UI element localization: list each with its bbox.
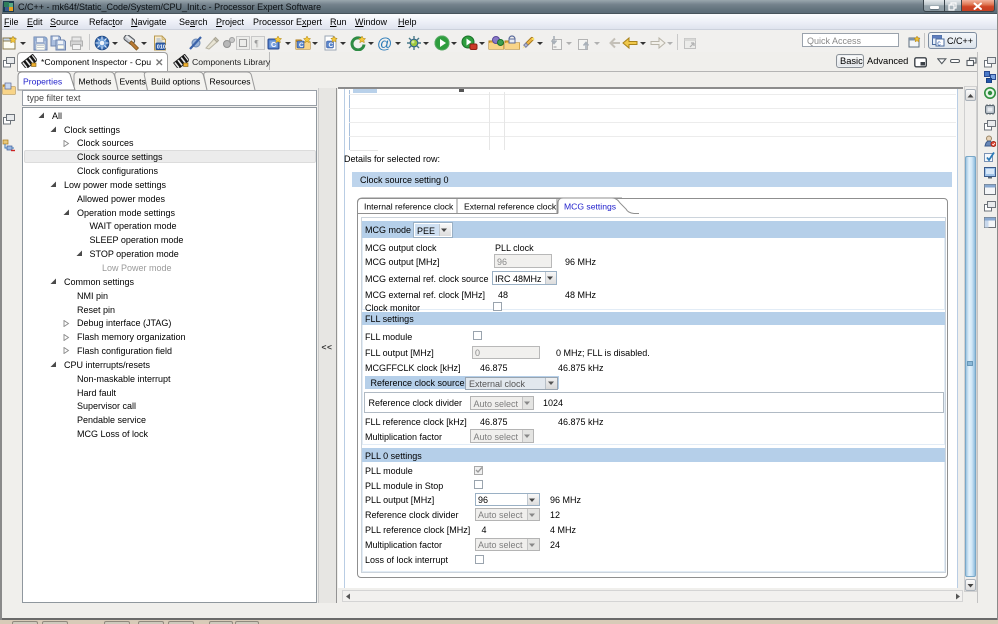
svg-text:Build options: Build options [151, 77, 200, 87]
svg-text:External reference clock: External reference clock [464, 202, 557, 212]
svg-text:Events: Events [120, 77, 146, 87]
svg-text:¶: ¶ [255, 39, 259, 49]
svg-text:Resources: Resources [210, 77, 251, 87]
svg-text:Properties: Properties [23, 77, 62, 87]
svg-text:c: c [937, 41, 941, 48]
svg-text:C: C [329, 42, 334, 49]
svg-text:@: @ [377, 36, 392, 52]
svg-text:MCG settings: MCG settings [564, 202, 616, 212]
svg-text:C: C [299, 42, 304, 49]
svg-text:010: 010 [157, 45, 166, 51]
svg-text:Methods: Methods [79, 77, 112, 87]
svg-text:Internal reference clock: Internal reference clock [364, 202, 454, 212]
